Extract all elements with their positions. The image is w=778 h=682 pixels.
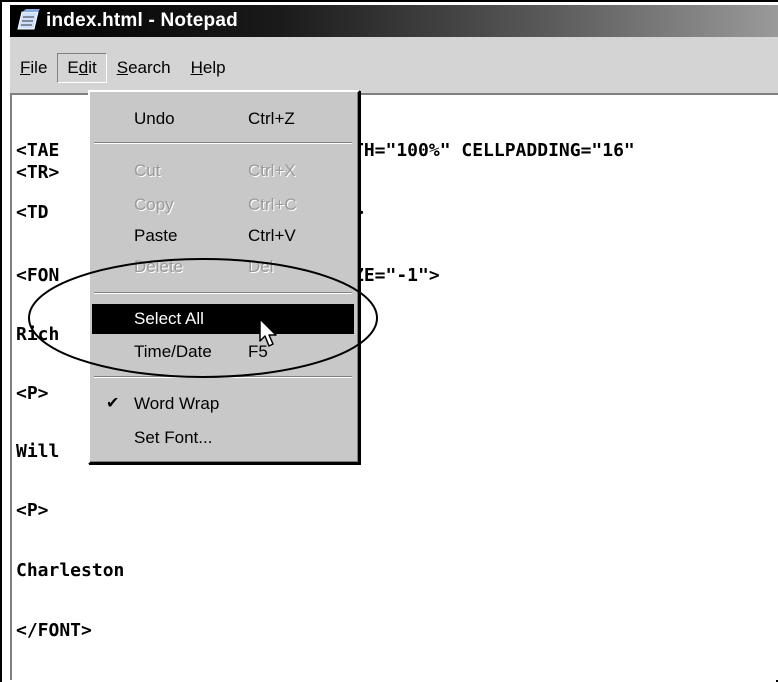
checkmark-icon: ✔ — [106, 395, 120, 412]
menu-label: Help — [190, 58, 226, 77]
edit-menu-cut[interactable]: Cut Ctrl+X — [92, 156, 354, 186]
menu-separator — [94, 292, 352, 294]
menu-item-label: Select All — [134, 309, 204, 328]
code-line-continuation: TH="100%" CELLPADDING="16" — [353, 140, 635, 161]
menu-bar: File Edit Search Help — [10, 37, 778, 93]
title-bar[interactable]: index.html - Notepad — [10, 5, 778, 37]
notepad-icon — [17, 9, 40, 30]
mouse-cursor-icon — [259, 318, 277, 347]
code-line: <P> — [16, 383, 49, 404]
menu-item-shortcut: Del — [248, 257, 274, 276]
code-line: <TAE — [16, 140, 60, 161]
menu-item-label: Undo — [134, 109, 175, 128]
code-line: Charleston — [16, 560, 125, 581]
menu-item-label: Cut — [134, 161, 161, 180]
edit-menu-paste[interactable]: Paste Ctrl+V — [92, 221, 354, 251]
menu-label: File — [20, 58, 48, 77]
edit-menu-set-font[interactable]: Set Font... — [92, 423, 354, 453]
code-line: <TD — [16, 202, 49, 223]
menu-label: Search — [116, 58, 171, 77]
edit-menu-word-wrap[interactable]: ✔ Word Wrap — [92, 389, 354, 419]
menu-search[interactable]: Search — [107, 53, 181, 83]
code-line: Will — [16, 441, 60, 462]
edit-menu-dropdown: Undo Ctrl+Z Cut Ctrl+X Copy Ctrl+C Paste Ctrl+V… — [88, 90, 360, 464]
code-line: Rich — [16, 324, 60, 345]
menu-item-label: Word Wrap — [134, 394, 220, 413]
window-title: index.html - Notepad — [46, 10, 238, 31]
menu-item-label: Paste — [134, 226, 178, 245]
menu-item-shortcut: Ctrl+C — [248, 195, 297, 214]
menu-edit[interactable]: Edit — [57, 53, 107, 83]
menu-item-shortcut: Ctrl+V — [248, 226, 296, 245]
menu-item-shortcut: Ctrl+Z — [248, 109, 295, 128]
menu-separator — [94, 376, 352, 378]
menu-item-label: Time/Date — [134, 342, 212, 361]
code-line: <P> — [16, 500, 49, 521]
menu-item-label: Copy — [134, 195, 174, 214]
code-line: <FON — [16, 265, 60, 286]
menu-help[interactable]: Help — [181, 53, 236, 83]
menu-separator — [94, 142, 352, 144]
edit-menu-undo[interactable]: Undo Ctrl+Z — [92, 104, 354, 134]
edit-menu-select-all[interactable]: Select All — [92, 304, 354, 334]
menu-item-label: Set Font... — [134, 428, 213, 447]
code-line-continuation: ZE="-1"> — [353, 265, 440, 286]
edit-menu-time-date[interactable]: Time/Date F5 — [92, 337, 354, 367]
code-line: <TR> — [16, 162, 60, 183]
menu-file[interactable]: File — [10, 53, 57, 83]
menu-item-label: Delete — [134, 257, 184, 276]
edit-menu-delete[interactable]: Delete Del — [92, 252, 354, 282]
menu-item-shortcut: Ctrl+X — [248, 161, 296, 180]
menu-label: Edit — [67, 58, 97, 77]
code-line: </FONT> — [16, 620, 92, 641]
edit-menu-copy[interactable]: Copy Ctrl+C — [92, 190, 354, 220]
